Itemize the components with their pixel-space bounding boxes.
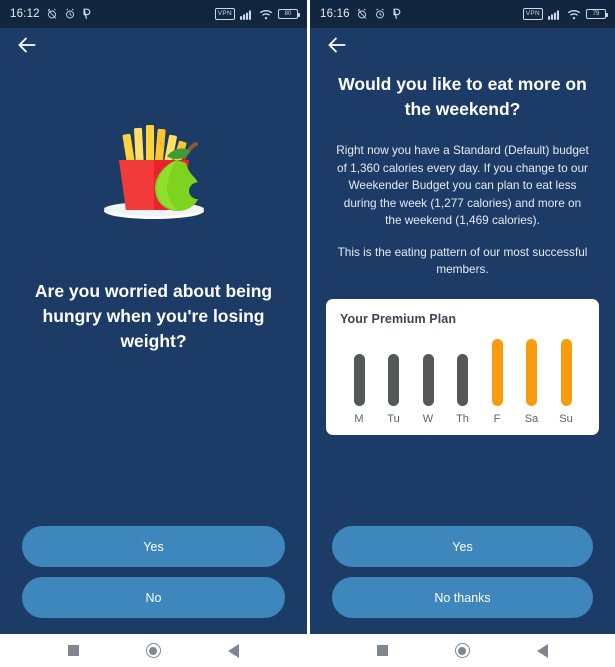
bar-label: Sa	[524, 412, 539, 425]
hero-illustration	[0, 116, 307, 226]
vpn-icon: VPN	[522, 8, 543, 20]
do-not-disturb-icon	[82, 8, 91, 20]
alarm-off-icon	[356, 8, 368, 20]
bar-label: M	[354, 412, 364, 425]
page-question: Would you like to eat more on the weeken…	[338, 74, 587, 119]
bar-column: Sa	[517, 338, 547, 425]
bar	[422, 353, 434, 406]
eating-pattern-note: This is the eating pattern of our most s…	[337, 244, 588, 277]
content-area: Would you like to eat more on the weeken…	[310, 62, 615, 630]
status-bar-left: 16:12	[10, 8, 91, 20]
dual-phone-screenshot: 16:12 VPN 80 Are you worried about being…	[0, 0, 615, 667]
bar	[388, 353, 399, 406]
bar-column: M	[344, 353, 374, 425]
status-bar-right: VPN 79	[522, 8, 608, 20]
signal-icon	[548, 9, 562, 20]
battery-icon: 80	[278, 9, 300, 19]
phone-screen-worried: 16:12 VPN 80 Are you worried about being…	[0, 0, 307, 667]
status-time: 16:16	[320, 8, 350, 20]
signal-icon	[240, 9, 254, 20]
vpn-icon: VPN	[214, 8, 235, 20]
yes-button[interactable]: Yes	[332, 526, 593, 567]
bar-label: Th	[456, 412, 469, 425]
bar-label: W	[422, 412, 434, 425]
alarm-icon	[64, 8, 76, 20]
bar-column: W	[413, 353, 443, 425]
yes-button[interactable]: Yes	[22, 526, 285, 567]
bar-column: Th	[448, 353, 478, 425]
premium-plan-card: Your Premium Plan M Tu W Th F Sa Su	[326, 298, 599, 435]
status-time: 16:12	[10, 8, 40, 20]
bar-label: Tu	[387, 412, 400, 425]
bar	[491, 338, 503, 406]
status-bar-left: 16:16	[320, 8, 401, 20]
recents-square-icon[interactable]	[377, 645, 389, 656]
no-thanks-button[interactable]: No thanks	[332, 577, 593, 618]
back-triangle-icon[interactable]	[228, 643, 240, 658]
android-nav-bar	[0, 630, 307, 667]
no-button[interactable]: No	[22, 577, 285, 618]
bar	[353, 353, 365, 406]
status-bar: 16:16 VPN 79	[310, 0, 615, 28]
back-triangle-icon[interactable]	[536, 643, 548, 658]
recents-square-icon[interactable]	[67, 645, 79, 656]
bar-column: Tu	[379, 353, 409, 425]
page-question: Are you worried about being hungry when …	[34, 281, 273, 351]
status-bar: 16:12 VPN 80	[0, 0, 307, 28]
alarm-icon	[374, 8, 386, 20]
android-nav-bar	[310, 630, 615, 667]
fries-and-pear-icon	[103, 125, 204, 219]
weekly-calorie-bar-chart: M Tu W Th F Sa Su	[340, 326, 585, 425]
home-circle-icon[interactable]	[145, 643, 161, 658]
bar	[457, 353, 468, 406]
do-not-disturb-icon	[392, 8, 401, 20]
phone-screen-weekend: 16:16 VPN 79 Would you like to eat more …	[307, 0, 615, 667]
budget-description: Right now you have a Standard (Default) …	[336, 143, 589, 227]
battery-level: 79	[592, 11, 600, 17]
wifi-icon	[259, 9, 273, 20]
content-area: Are you worried about being hungry when …	[0, 62, 307, 630]
action-buttons: Yes No	[0, 526, 307, 618]
top-bar	[0, 28, 307, 62]
bar-label: F	[493, 412, 501, 425]
back-arrow-icon[interactable]	[324, 32, 350, 58]
action-buttons: Yes No thanks	[310, 526, 615, 618]
bar	[526, 338, 537, 406]
bar-label: Su	[559, 412, 573, 425]
bar-column: F	[482, 338, 512, 425]
app-content-weekend: Would you like to eat more on the weeken…	[310, 28, 615, 630]
wifi-icon	[567, 9, 581, 20]
battery-level: 80	[284, 11, 292, 17]
bar-column: Su	[551, 338, 581, 425]
battery-icon: 79	[586, 9, 608, 19]
alarm-off-icon	[46, 8, 58, 20]
app-content-worried: Are you worried about being hungry when …	[0, 28, 307, 630]
back-arrow-icon[interactable]	[14, 32, 40, 58]
bar	[560, 338, 572, 406]
home-circle-icon[interactable]	[454, 643, 470, 658]
card-title: Your Premium Plan	[340, 311, 457, 326]
status-bar-right: VPN 80	[214, 8, 300, 20]
top-bar	[310, 28, 615, 62]
